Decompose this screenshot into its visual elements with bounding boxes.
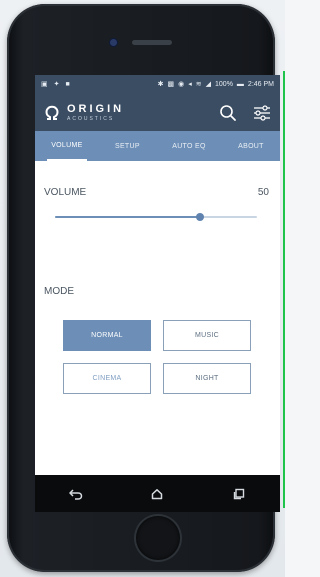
earpiece-speaker [132, 40, 172, 45]
wifi-icon: ≋ [195, 81, 202, 88]
header-actions [218, 103, 272, 123]
tab-volume[interactable]: VOLUME [47, 131, 87, 161]
status-system: ✱ ▩ ◉ ◂ ≋ ◢ 100% ▬ 2:46 PM [158, 81, 274, 88]
mode-music-button[interactable]: MUSIC [163, 320, 251, 351]
slider-thumb[interactable] [196, 213, 205, 221]
alarm-icon: ◉ [178, 81, 185, 88]
tab-bar: VOLUME SETUP AUTO EQ ABOUT [35, 131, 280, 161]
android-nav-bar [35, 475, 280, 512]
status-bar: ▣ ✦ ■ ✱ ▩ ◉ ◂ ≋ ◢ 100% ▬ 2:46 PM [35, 75, 280, 94]
tab-setup[interactable]: SETUP [111, 131, 144, 161]
mode-cinema-button[interactable]: CINEMA [63, 363, 151, 394]
app-header: ORIGIN ACOUSTICS [35, 94, 280, 131]
volume-panel: VOLUME 50 MODE NORMAL MUSIC CINEMA NIGHT [35, 161, 280, 512]
stop-icon: ■ [65, 81, 70, 88]
page-background: ▣ ✦ ■ ✱ ▩ ◉ ◂ ≋ ◢ 100% ▬ 2:46 PM ORIGIN … [0, 0, 285, 577]
search-icon[interactable] [218, 103, 238, 123]
brand-name: ORIGIN [67, 102, 125, 115]
volume-slider[interactable] [55, 211, 257, 223]
tab-auto-eq[interactable]: AUTO EQ [168, 131, 209, 161]
signal-icon: ◢ [205, 81, 212, 88]
recents-icon[interactable] [227, 482, 251, 506]
brand-subtitle: ACOUSTICS [67, 115, 115, 122]
brand-wordmark: ORIGIN ACOUSTICS [67, 102, 125, 122]
tab-about[interactable]: ABOUT [234, 131, 268, 161]
mode-normal-button[interactable]: NORMAL [63, 320, 151, 351]
nfc-icon: ▩ [167, 81, 175, 88]
mode-night-button[interactable]: NIGHT [163, 363, 251, 394]
sliders-icon[interactable] [252, 103, 272, 123]
gallery-icon: ▣ [41, 81, 48, 88]
volume-label: VOLUME [44, 187, 87, 198]
omega-logo-icon [43, 104, 61, 122]
slider-fill [55, 216, 201, 218]
battery-icon: ▬ [236, 81, 244, 88]
status-notifications: ▣ ✦ ■ [41, 81, 70, 88]
clock: 2:46 PM [247, 81, 274, 88]
mute-icon: ◂ [188, 81, 192, 88]
notification-icon: ✦ [53, 81, 60, 88]
volume-value: 50 [257, 187, 269, 198]
bluetooth-icon: ✱ [157, 81, 164, 88]
hardware-home-button[interactable] [136, 516, 180, 560]
phone-screen: ▣ ✦ ■ ✱ ▩ ◉ ◂ ≋ ◢ 100% ▬ 2:46 PM ORIGIN … [35, 75, 280, 512]
mode-options: NORMAL MUSIC CINEMA NIGHT [63, 320, 251, 394]
screen-edge-highlight [283, 71, 285, 508]
back-icon[interactable] [64, 482, 88, 506]
front-camera [110, 39, 117, 46]
battery-percent: 100% [215, 81, 233, 88]
mode-label: MODE [44, 286, 74, 297]
phone-frame: ▣ ✦ ■ ✱ ▩ ◉ ◂ ≋ ◢ 100% ▬ 2:46 PM ORIGIN … [7, 4, 280, 572]
home-icon[interactable] [145, 482, 169, 506]
